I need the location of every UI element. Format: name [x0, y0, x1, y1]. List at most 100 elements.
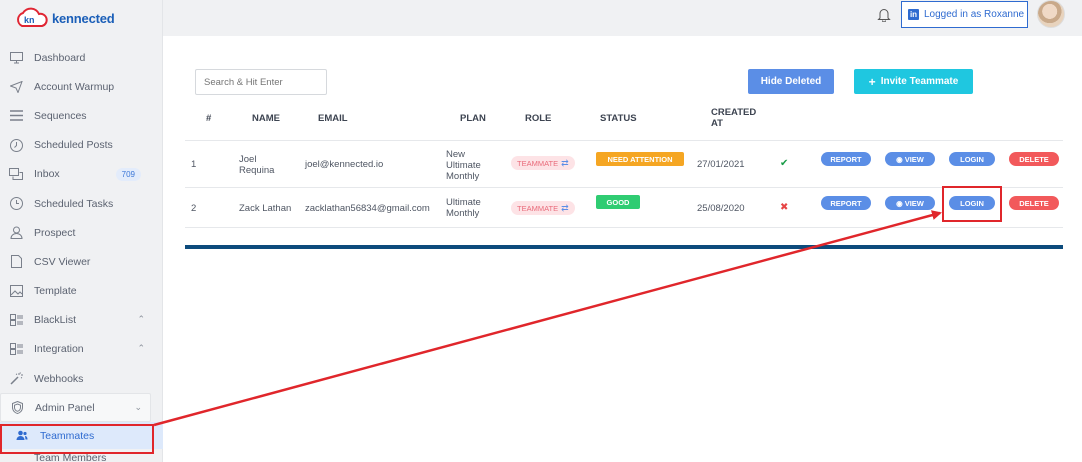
logged-in-label: Logged in as Roxanne	[924, 9, 1025, 20]
role-label: TEAMMATE	[517, 203, 559, 213]
sidebar-item-label: Template	[34, 285, 77, 298]
eye-icon: ◉	[896, 198, 903, 208]
bell-icon[interactable]	[877, 7, 893, 23]
chevron-up-icon[interactable]: ⌃	[137, 314, 145, 325]
sidebar-nav: Dashboard Account Warmup Sequences Sched…	[0, 43, 163, 461]
header-divider	[185, 140, 1063, 141]
sidebar-item-inbox[interactable]: Inbox 709	[0, 160, 163, 189]
swap-icon: ⇄	[561, 157, 569, 168]
brand-name: kennected	[52, 10, 115, 26]
top-header: in Logged in as Roxanne	[163, 0, 1082, 36]
teammates-panel: Hide Deleted + Invite Teammate # NAME EM…	[163, 36, 1082, 462]
sidebar-item-prospect[interactable]: Prospect	[0, 218, 163, 247]
row-email: zacklathan56834@gmail.com	[305, 203, 430, 214]
sidebar-item-label: Dashboard	[34, 51, 86, 64]
column-header-plan: PLAN	[460, 113, 486, 124]
avatar[interactable]	[1037, 0, 1065, 28]
login-highlight-box	[942, 186, 1002, 222]
column-header-index: #	[206, 113, 212, 124]
sidebar-item-label: Scheduled Tasks	[34, 197, 114, 210]
view-button[interactable]: ◉ VIEW	[885, 196, 935, 210]
sidebar-item-label: Scheduled Posts	[34, 139, 113, 152]
column-header-email: EMAIL	[318, 113, 348, 124]
status-badge: GOOD	[596, 195, 640, 209]
sidebar-item-label: Integration	[34, 343, 84, 356]
role-badge[interactable]: TEAMMATE ⇄	[511, 156, 575, 170]
user-check-icon: ✔	[780, 158, 789, 169]
view-label: VIEW	[904, 154, 924, 164]
chevron-up-icon[interactable]: ⌃	[137, 343, 145, 354]
user-x-icon: ✖	[780, 202, 789, 213]
role-label: TEAMMATE	[517, 158, 559, 168]
column-header-name: NAME	[252, 113, 280, 124]
shield-icon	[9, 400, 25, 416]
clock-icon	[8, 137, 24, 153]
sidebar-item-label: Webhooks	[34, 372, 84, 385]
swap-icon: ⇄	[561, 202, 569, 213]
brand[interactable]: kn kennected	[0, 0, 162, 36]
logged-in-user-button[interactable]: in Logged in as Roxanne	[901, 1, 1028, 28]
sidebar-item-blacklist[interactable]: BlackList ⌃	[0, 306, 163, 335]
sidebar-item-label: CSV Viewer	[34, 255, 91, 268]
list-icon	[8, 108, 24, 124]
sidebar-item-sequences[interactable]: Sequences	[0, 101, 163, 130]
sidebar-item-label: Account Warmup	[34, 80, 115, 93]
user-icon	[8, 225, 24, 241]
sidebar-item-scheduled-posts[interactable]: Scheduled Posts	[0, 131, 163, 160]
sidebar-item-csv-viewer[interactable]: CSV Viewer	[0, 247, 163, 276]
sidebar-item-integration[interactable]: Integration ⌃	[0, 335, 163, 364]
column-header-role: ROLE	[525, 113, 552, 124]
chat-icon	[8, 166, 24, 182]
search-input[interactable]	[195, 69, 327, 95]
sidebar-item-admin-panel[interactable]: Admin Panel ⌄	[0, 393, 151, 423]
sidebar-item-scheduled-tasks[interactable]: Scheduled Tasks	[0, 189, 163, 218]
grid-icon	[8, 312, 24, 328]
login-button[interactable]: LOGIN	[949, 152, 995, 166]
sidebar-item-dashboard[interactable]: Dashboard	[0, 43, 163, 72]
grid-icon	[8, 341, 24, 357]
sidebar-item-label: Prospect	[34, 226, 76, 239]
sidebar-item-label: BlackList	[34, 314, 77, 327]
column-header-status: STATUS	[600, 113, 637, 124]
row-divider	[185, 227, 1063, 228]
report-button[interactable]: REPORT	[821, 196, 871, 210]
hide-deleted-button[interactable]: Hide Deleted	[748, 69, 834, 94]
plus-icon: +	[868, 74, 876, 89]
view-button[interactable]: ◉ VIEW	[885, 152, 935, 166]
row-index: 1	[191, 159, 197, 170]
sidebar-item-account-warmup[interactable]: Account Warmup	[0, 72, 163, 101]
inbox-count-badge: 709	[115, 167, 141, 181]
status-badge: NEED ATTENTION	[596, 152, 684, 166]
row-index: 2	[191, 203, 197, 214]
report-button[interactable]: REPORT	[821, 152, 871, 166]
clock-icon	[8, 196, 24, 212]
file-icon	[8, 254, 24, 270]
row-email: joel@kennected.io	[305, 159, 384, 170]
delete-button[interactable]: DELETE	[1009, 196, 1059, 210]
sidebar-item-label: Sequences	[34, 109, 87, 122]
row-name: Joel Requina	[239, 154, 275, 176]
row-name: Zack Lathan	[239, 203, 292, 214]
wand-icon	[8, 371, 24, 387]
sidebar-item-webhooks[interactable]: Webhooks	[0, 364, 163, 393]
image-icon	[8, 283, 24, 299]
row-plan: New Ultimate Monthly	[446, 149, 481, 182]
kennected-logo-icon: kn	[14, 7, 50, 29]
invite-teammate-label: Invite Teammate	[880, 76, 959, 87]
invite-teammate-button[interactable]: + Invite Teammate	[854, 69, 973, 94]
delete-button[interactable]: DELETE	[1009, 152, 1059, 166]
teammates-highlight-box	[0, 424, 154, 454]
view-label: VIEW	[904, 198, 924, 208]
row-plan: Ultimate Monthly	[446, 197, 481, 219]
sidebar-item-template[interactable]: Template	[0, 277, 163, 306]
row-created-at: 27/01/2021	[697, 159, 745, 170]
table-bottom-rule	[185, 245, 1063, 249]
sidebar-item-label: Inbox	[34, 168, 60, 181]
eye-icon: ◉	[896, 154, 903, 164]
sidebar-item-label: Admin Panel	[35, 401, 95, 414]
logo-mark-text: kn	[24, 15, 35, 25]
role-badge[interactable]: TEAMMATE ⇄	[511, 201, 575, 215]
row-divider	[185, 187, 1063, 188]
chevron-down-icon[interactable]: ⌄	[134, 402, 142, 413]
linkedin-icon: in	[908, 9, 919, 20]
